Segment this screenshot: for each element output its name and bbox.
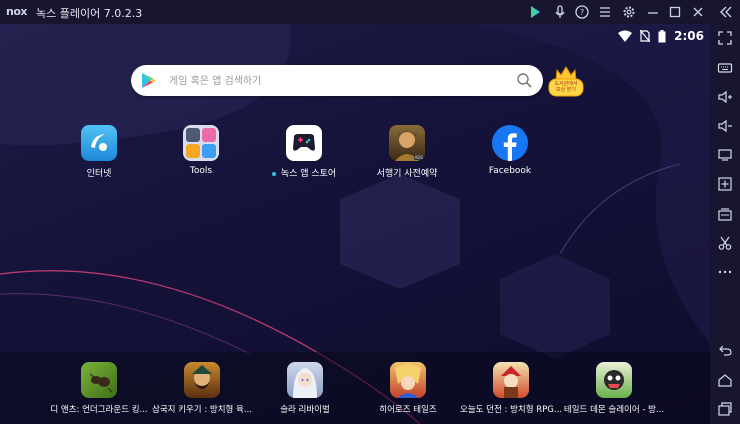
app-store-icon bbox=[286, 125, 322, 161]
close-icon[interactable] bbox=[689, 3, 707, 21]
app-label: 삼국지 키우기 : 방치형 육... bbox=[152, 405, 252, 415]
app-preregister-game[interactable]: ADS 서행기 사전예약 bbox=[362, 125, 452, 179]
app-internet[interactable]: 인터넷 bbox=[54, 125, 144, 179]
collapse-toolbar-icon[interactable] bbox=[717, 4, 733, 20]
app-label: 오늘도 던전 : 방치형 RPG... bbox=[460, 405, 562, 415]
search-bar[interactable] bbox=[131, 65, 543, 96]
app-label: 슬라 리바이벌 bbox=[280, 405, 330, 415]
help-icon[interactable]: ? bbox=[573, 3, 591, 21]
fullscreen-icon[interactable] bbox=[717, 30, 733, 46]
dungeon-game-icon bbox=[493, 362, 529, 398]
menu-icon[interactable] bbox=[596, 3, 614, 21]
microphone-icon[interactable] bbox=[551, 3, 569, 21]
app-nox-store[interactable]: 녹스 앱 스토어 bbox=[259, 125, 349, 179]
three-kingdoms-game-icon bbox=[184, 362, 220, 398]
recent-apps-icon[interactable] bbox=[717, 401, 733, 417]
app-label: 테일드 데몬 슬레이어 - 방... bbox=[563, 405, 665, 415]
home-icon[interactable] bbox=[717, 372, 733, 388]
reward-badge-line2: 보상 받기 bbox=[556, 87, 576, 93]
wifi-icon bbox=[618, 30, 633, 42]
app-label: Tools bbox=[189, 166, 213, 176]
ants-game-icon bbox=[81, 362, 117, 398]
ads-badge: ADS bbox=[413, 155, 424, 160]
search-icon[interactable] bbox=[516, 72, 533, 89]
app-tools[interactable]: Tools bbox=[156, 125, 246, 176]
screen-icon[interactable] bbox=[717, 147, 733, 163]
app-dock: 디 앤츠: 언더그라운드 킹... 삼국지 키우기 : 방치형 육... 슬라 … bbox=[0, 352, 710, 424]
maximize-icon[interactable] bbox=[666, 3, 684, 21]
scissors-icon[interactable] bbox=[717, 235, 733, 251]
browser-icon bbox=[81, 125, 117, 161]
emulator-side-toolbar bbox=[710, 0, 740, 424]
battery-icon bbox=[658, 29, 666, 42]
android-home-screen: 2:06 도서관에서 보상 받기 bbox=[0, 24, 710, 424]
app-facebook[interactable]: Facebook bbox=[465, 125, 555, 176]
nox-player-window: nox 녹스 플레이어 7.0.2.3 ? 2:06 게임 혹은 앱 검색하기 … bbox=[0, 0, 740, 424]
search-input[interactable] bbox=[167, 71, 501, 92]
add-apk-icon[interactable] bbox=[717, 176, 733, 192]
new-indicator-dot bbox=[271, 171, 276, 176]
play-store-icon[interactable] bbox=[526, 3, 544, 21]
dock-app[interactable]: 디 앤츠: 언더그라운드 킹... bbox=[44, 362, 154, 415]
window-title: 녹스 플레이어 7.0.2.3 bbox=[36, 7, 143, 20]
volume-up-icon[interactable] bbox=[717, 89, 733, 105]
volume-down-icon[interactable] bbox=[717, 118, 733, 134]
dock-app[interactable]: 히어로즈 테일즈 bbox=[353, 362, 463, 415]
back-icon[interactable] bbox=[717, 342, 733, 358]
dock-app[interactable]: 삼국지 키우기 : 방치형 육... bbox=[147, 362, 257, 415]
nox-logo: nox bbox=[6, 5, 27, 18]
app-label: Facebook bbox=[488, 166, 532, 176]
android-status-bar: 2:06 bbox=[618, 26, 704, 46]
gear-icon[interactable] bbox=[620, 3, 638, 21]
minimize-icon[interactable] bbox=[644, 3, 662, 21]
keyboard-icon[interactable] bbox=[717, 60, 733, 76]
reward-badge[interactable]: 도서관에서 보상 받기 bbox=[547, 64, 585, 98]
more-options-icon[interactable] bbox=[717, 264, 733, 280]
dock-app[interactable]: 슬라 리바이벌 bbox=[250, 362, 360, 415]
svg-text:?: ? bbox=[580, 8, 584, 17]
anime-girl-game-icon bbox=[287, 362, 323, 398]
multi-instance-icon[interactable] bbox=[717, 206, 733, 222]
demon-slayer-game-icon bbox=[596, 362, 632, 398]
app-label: 디 앤츠: 언더그라운드 킹... bbox=[50, 405, 148, 415]
google-play-icon bbox=[142, 73, 156, 88]
facebook-icon bbox=[492, 125, 528, 161]
dock-app[interactable]: 테일드 데몬 슬레이어 - 방... bbox=[559, 362, 669, 415]
app-label: 녹스 앱 스토어 bbox=[280, 169, 337, 179]
dock-app[interactable]: 오늘도 던전 : 방치형 RPG... bbox=[456, 362, 566, 415]
clock: 2:06 bbox=[674, 29, 704, 43]
app-label: 히어로즈 테일즈 bbox=[379, 405, 437, 415]
no-sim-icon bbox=[640, 30, 651, 42]
tools-folder-icon bbox=[183, 125, 219, 161]
game-icon: ADS bbox=[389, 125, 425, 161]
app-label: 서행기 사전예약 bbox=[376, 169, 438, 179]
title-bar: nox 녹스 플레이어 7.0.2.3 ? bbox=[0, 0, 740, 24]
heroes-game-icon bbox=[390, 362, 426, 398]
app-label: 인터넷 bbox=[86, 169, 112, 179]
